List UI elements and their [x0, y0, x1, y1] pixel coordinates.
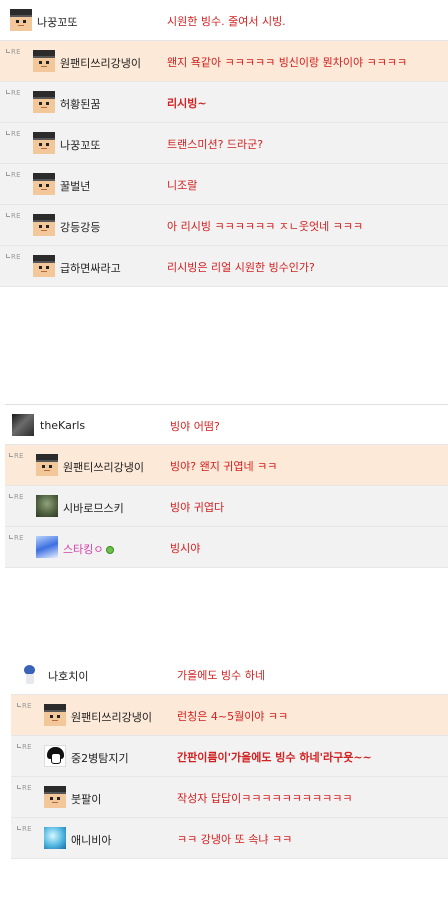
reply-row: RE 꿀벌년 니조랄: [0, 164, 448, 205]
comment-row: theKarls 빙야 어떰?: [5, 404, 448, 445]
comment-author[interactable]: 붓팔이: [71, 791, 101, 807]
comment-thread-1: 나꿍꼬또 시원한 빙수. 줄여서 시빙. RE 원팬티쓰리강냉이 왠지 욕같아 …: [0, 0, 448, 287]
reply-row: RE 허황된꿈 리시빙~: [0, 82, 448, 123]
comment-author[interactable]: 급하면싸라고: [60, 260, 121, 276]
comment-thread-3: 나호치이 가을에도 빙수 하네 RE 원팬티쓰리강냉이 런칭은 4~5월이야 ㅋ…: [11, 654, 448, 859]
comment-text: 빙야 어떰?: [170, 420, 220, 433]
comment-author[interactable]: 허황된꿈: [60, 96, 100, 112]
pixel-face-icon[interactable]: [33, 132, 55, 154]
reply-marker: RE: [17, 702, 32, 710]
pixel-face-icon[interactable]: [44, 704, 66, 726]
reply-marker: RE: [17, 784, 32, 792]
reply-marker: RE: [9, 452, 24, 460]
reply-marker: RE: [9, 534, 24, 542]
doll-icon[interactable]: [19, 663, 41, 685]
comment-author[interactable]: 원팬티쓰리강냉이: [60, 55, 141, 71]
pixel-face-icon[interactable]: [44, 786, 66, 808]
reply-row: RE 급하면싸라고 리시빙은 리얼 시원한 빙수인가?: [0, 246, 448, 287]
pixel-face-icon[interactable]: [33, 255, 55, 277]
pixel-face-icon[interactable]: [33, 173, 55, 195]
reply-row: RE 나꿍꼬또 트랜스미션? 드라군?: [0, 123, 448, 164]
pixel-face-icon[interactable]: [36, 454, 58, 476]
comment-text: 니조랄: [167, 179, 198, 192]
pixel-face-icon[interactable]: [10, 9, 32, 31]
online-status-icon: [106, 546, 115, 554]
green-photo-icon[interactable]: [36, 495, 58, 517]
reply-row: RE 강등강등 아 리시빙 ㅋㅋㅋㅋㅋㅋ ㅈㄴ웃엇네 ㅋㅋㅋ: [0, 205, 448, 246]
comment-author[interactable]: theKarls: [40, 419, 85, 432]
reply-marker: RE: [6, 89, 21, 97]
reply-row: RE 애니비아 ㅋㅋ 강냉아 또 속냐 ㅋㅋ: [11, 818, 448, 859]
girl-drawing-icon[interactable]: [44, 745, 66, 767]
comment-text: 왠지 욕같아 ㅋㅋㅋㅋㅋ 빙신이랑 뭔차이야 ㅋㅋㅋㅋ: [167, 56, 408, 69]
comment-text: 빙시야: [170, 542, 201, 555]
comment-text: 리시빙~: [167, 97, 207, 110]
comment-text: 빙야 귀엽다: [170, 501, 225, 514]
comment-text: 간판이름이'가을에도 빙수 하네'라구욧~~: [177, 751, 372, 764]
comment-text: 런칭은 4~5월이야 ㅋㅋ: [177, 710, 289, 723]
reply-marker: RE: [6, 171, 21, 179]
reply-row: RE 원팬티쓰리강냉이 왠지 욕같아 ㅋㅋㅋㅋㅋ 빙신이랑 뭔차이야 ㅋㅋㅋㅋ: [0, 41, 448, 82]
comment-text: 가을에도 빙수 하네: [177, 669, 265, 682]
reply-row: RE 시바로므스키 빙야 귀엽다: [5, 486, 448, 527]
comment-text: 트랜스미션? 드라군?: [167, 138, 264, 151]
comment-text: 리시빙은 리얼 시원한 빙수인가?: [167, 261, 315, 274]
comment-row: 나꿍꼬또 시원한 빙수. 줄여서 시빙.: [0, 0, 448, 41]
reply-row: RE 원팬티쓰리강냉이 런칭은 4~5월이야 ㅋㅋ: [11, 695, 448, 736]
reply-row: RE 붓팔이 작성자 답답이ㅋㅋㅋㅋㅋㅋㅋㅋㅋㅋㅋ: [11, 777, 448, 818]
comment-text: 작성자 답답이ㅋㅋㅋㅋㅋㅋㅋㅋㅋㅋㅋ: [177, 792, 353, 805]
pixel-face-icon[interactable]: [33, 50, 55, 72]
comment-author[interactable]: 원팬티쓰리강냉이: [71, 709, 152, 725]
pixel-face-icon[interactable]: [33, 91, 55, 113]
comment-author[interactable]: 스타킹ㅇ: [63, 541, 115, 557]
comment-text: 아 리시빙 ㅋㅋㅋㅋㅋㅋ ㅈㄴ웃엇네 ㅋㅋㅋ: [167, 220, 364, 233]
comment-author[interactable]: 나꿍꼬또: [60, 137, 100, 153]
dark-photo-icon[interactable]: [12, 414, 34, 436]
comment-author[interactable]: 중2병탐지기: [71, 750, 129, 766]
comment-author[interactable]: 꿀벌년: [60, 178, 90, 194]
comment-text: 빙야? 왠지 귀엽네 ㅋㅋ: [170, 460, 278, 473]
reply-marker: RE: [17, 743, 32, 751]
reply-marker: RE: [6, 130, 21, 138]
ice-icon[interactable]: [44, 827, 66, 849]
anime-avatar-icon[interactable]: [36, 536, 58, 558]
reply-marker: RE: [6, 253, 21, 261]
reply-row: RE 중2병탐지기 간판이름이'가을에도 빙수 하네'라구욧~~: [11, 736, 448, 777]
comment-row: 나호치이 가을에도 빙수 하네: [11, 654, 448, 695]
comment-text: ㅋㅋ 강냉아 또 속냐 ㅋㅋ: [177, 833, 293, 846]
comment-author[interactable]: 나꿍꼬또: [37, 14, 77, 30]
comment-author[interactable]: 강등강등: [60, 219, 100, 235]
reply-row: RE 스타킹ㅇ 빙시야: [5, 527, 448, 568]
reply-marker: RE: [6, 48, 21, 56]
reply-marker: RE: [6, 212, 21, 220]
comment-author[interactable]: 나호치이: [48, 668, 88, 684]
comment-thread-2: theKarls 빙야 어떰? RE 원팬티쓰리강냉이 빙야? 왠지 귀엽네 ㅋ…: [5, 404, 448, 568]
pixel-face-icon[interactable]: [33, 214, 55, 236]
comment-author[interactable]: 시바로므스키: [63, 500, 124, 516]
comment-text: 시원한 빙수. 줄여서 시빙.: [167, 15, 286, 28]
comment-author[interactable]: 원팬티쓰리강냉이: [63, 459, 144, 475]
reply-marker: RE: [17, 825, 32, 833]
comment-author[interactable]: 애니비아: [71, 832, 111, 848]
reply-row: RE 원팬티쓰리강냉이 빙야? 왠지 귀엽네 ㅋㅋ: [5, 445, 448, 486]
reply-marker: RE: [9, 493, 24, 501]
